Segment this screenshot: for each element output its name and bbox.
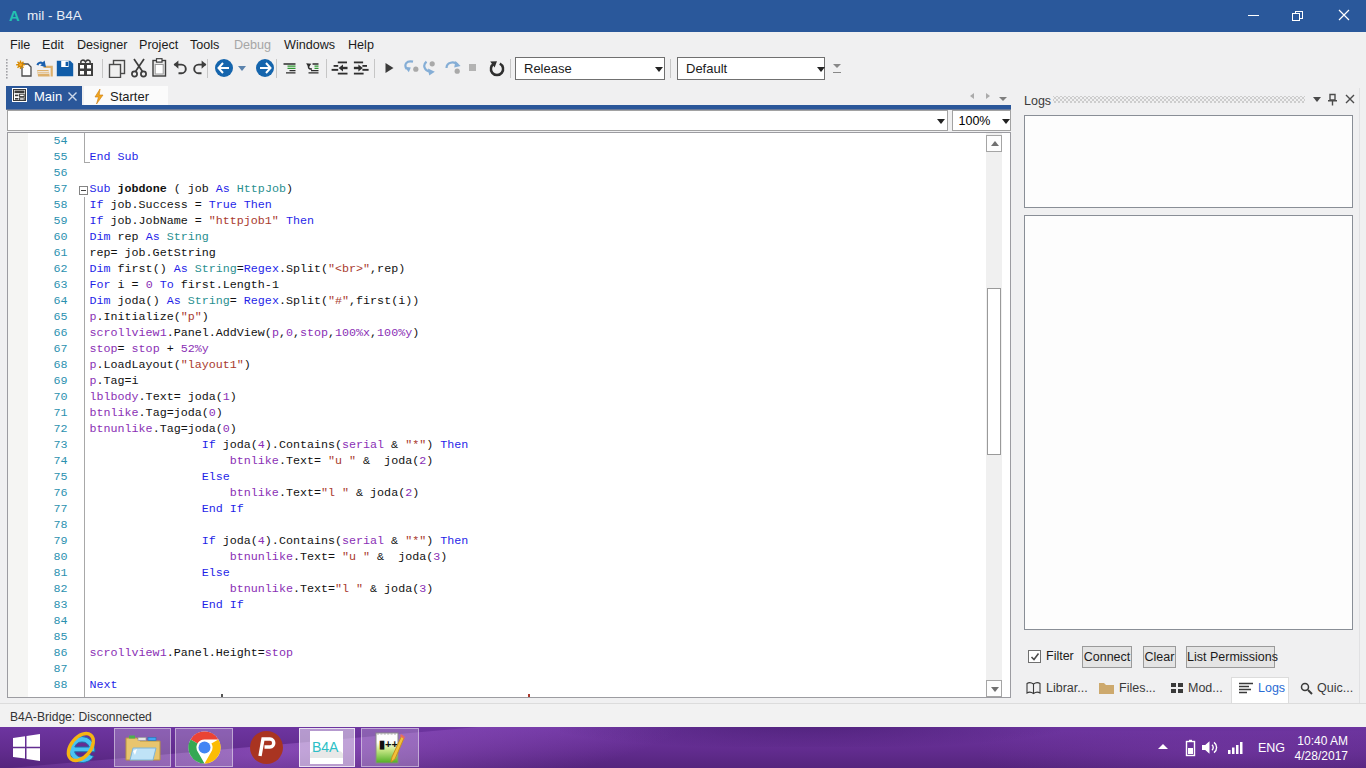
svg-text:▮++: ▮++ xyxy=(379,738,398,750)
